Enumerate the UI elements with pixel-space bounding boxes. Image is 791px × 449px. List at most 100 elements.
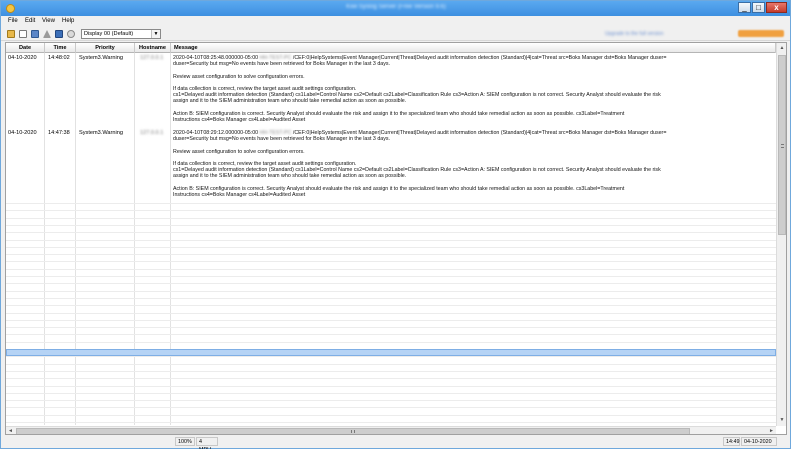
grid-header: Date Time Priority Hostname Message xyxy=(6,43,776,53)
row1-para-2-line-1: Instructions cs4=Boks Manager cs4Label=A… xyxy=(173,116,306,123)
row-divider xyxy=(6,290,776,292)
row-divider xyxy=(6,370,776,372)
row1-message: 2020-04-10T08:25:48.000000-05:00 HH-TEST… xyxy=(173,55,773,129)
display-select-value: Display 00 (Default) xyxy=(84,31,134,37)
row1-para-0-line-0: Review asset configuration to solve conf… xyxy=(173,73,305,80)
edit-icon[interactable] xyxy=(19,30,27,38)
row-divider xyxy=(6,378,776,380)
row-divider xyxy=(6,363,776,365)
menu-edit[interactable]: Edit xyxy=(25,18,35,24)
column-time[interactable]: Time xyxy=(45,43,76,53)
column-date[interactable]: Date xyxy=(6,43,45,53)
row2-priority: System3.Warning xyxy=(79,130,123,136)
row-divider xyxy=(6,210,776,212)
row2-time: 14:47:38 xyxy=(48,130,70,136)
menu-view[interactable]: View xyxy=(42,18,55,24)
row1-message-head: 2020-04-10T08:25:48.000000-05:00 xyxy=(173,55,259,61)
app-window: Kiwi Syslog Server (Free Version 9.6) _ … xyxy=(0,0,791,449)
row2-message-line-1: duser=Security but msg=No events have be… xyxy=(173,136,390,143)
status-time: 14:49 xyxy=(723,437,740,446)
selected-row[interactable] xyxy=(6,349,776,356)
row-divider xyxy=(6,414,776,416)
row-divider xyxy=(6,385,776,387)
row-divider xyxy=(6,400,776,402)
vertical-scrollbar[interactable]: ▲ ▼ xyxy=(776,43,786,426)
column-hostname[interactable]: Hostname xyxy=(135,43,171,53)
row-divider xyxy=(6,319,776,321)
row-divider xyxy=(6,334,776,336)
alert-icon[interactable] xyxy=(43,30,51,38)
row1-para-1-line-2: assign and it to the SIEM administration… xyxy=(173,98,407,105)
row1-priority: System3.Warning xyxy=(79,55,123,61)
row-divider xyxy=(6,305,776,307)
maximize-button[interactable]: □ xyxy=(752,2,765,13)
window-title: Kiwi Syslog Server (Free Version 9.6) xyxy=(346,4,446,10)
menu-file[interactable]: File xyxy=(8,18,18,24)
status-date: 04-10-2020 xyxy=(741,437,777,446)
horizontal-scroll-thumb[interactable] xyxy=(16,428,690,434)
chevron-down-icon[interactable]: ▼ xyxy=(151,30,160,38)
toolbar: Display 00 (Default) ▼ Upgrade to the fu… xyxy=(1,27,790,41)
row2-message: 2020-04-10T08:29:12.000000-05:00 HH-TEST… xyxy=(173,130,773,204)
row2-message-line-0: /CEF:0|HelpSystems|Event Manager|Current… xyxy=(292,130,667,136)
open-icon[interactable] xyxy=(7,30,15,38)
close-button[interactable]: x xyxy=(766,2,787,13)
upgrade-link[interactable]: Upgrade to the full version xyxy=(605,31,725,37)
menu-help[interactable]: Help xyxy=(62,18,74,24)
row1-para-2-line-0: Action B: SIEM configuration is correct.… xyxy=(173,110,625,117)
scroll-right-icon[interactable]: ► xyxy=(767,427,776,434)
upgrade-button[interactable] xyxy=(738,30,784,37)
status-zoom: 100% xyxy=(175,437,195,446)
help-icon[interactable] xyxy=(67,30,75,38)
save-icon[interactable] xyxy=(31,30,39,38)
vertical-scroll-thumb[interactable] xyxy=(778,55,786,235)
row-divider xyxy=(6,217,776,219)
row1-hostname: 127.0.0.1 xyxy=(140,55,164,61)
scroll-up-icon[interactable]: ▲ xyxy=(777,43,786,53)
row-divider xyxy=(6,276,776,277)
view-icon[interactable] xyxy=(55,30,63,38)
scroll-down-icon[interactable]: ▼ xyxy=(777,415,786,425)
row-divider xyxy=(6,422,776,423)
row-divider xyxy=(6,392,776,394)
display-select[interactable]: Display 00 (Default) ▼ xyxy=(81,29,161,39)
column-priority[interactable]: Priority xyxy=(76,43,135,53)
minimize-button[interactable]: _ xyxy=(738,2,751,13)
column-message[interactable]: Message xyxy=(171,43,776,53)
app-icon xyxy=(6,4,15,13)
row2-para-1-line-0: If data collection is correct, review th… xyxy=(173,160,357,167)
row-divider xyxy=(6,407,776,409)
row2-para-1-line-1: cs1=Delayed audit information detection … xyxy=(173,167,661,174)
row-divider xyxy=(6,254,776,256)
row1-date: 04-10-2020 xyxy=(8,55,37,61)
row1-message-host: HH-TEST-PC xyxy=(259,55,292,61)
title-bar[interactable]: Kiwi Syslog Server (Free Version 9.6) _ … xyxy=(1,1,790,16)
grip-icon xyxy=(781,144,784,148)
row1-para-1-line-1: cs1=Delayed audit information detection … xyxy=(173,92,661,99)
row2-message-host: HH-TEST-PC xyxy=(259,130,292,136)
status-bar: 100% 4 MPH 14:49 04-10-2020 xyxy=(1,436,790,449)
row2-para-2-line-1: Instructions cs4=Boks Manager cs4Label=A… xyxy=(173,191,306,198)
row-divider xyxy=(6,341,776,343)
row-divider xyxy=(6,268,776,270)
grip-icon xyxy=(351,430,355,433)
row-divider xyxy=(6,297,776,299)
row-divider xyxy=(6,283,776,285)
row-divider xyxy=(6,356,776,358)
row-divider xyxy=(6,312,776,314)
row-divider xyxy=(6,224,776,226)
menu-bar: File Edit View Help xyxy=(1,16,790,27)
log-grid[interactable]: Date Time Priority Hostname Message 04-1… xyxy=(5,42,787,435)
row-divider xyxy=(6,246,776,248)
row-divider xyxy=(6,261,776,263)
row2-date: 04-10-2020 xyxy=(8,130,37,136)
row1-message-line-1: duser=Security but msg=No events have be… xyxy=(173,61,390,68)
horizontal-scrollbar[interactable]: ◄ ► xyxy=(6,426,776,434)
row1-time: 14:48:02 xyxy=(48,55,70,61)
scroll-left-icon[interactable]: ◄ xyxy=(6,427,15,434)
row2-message-head: 2020-04-10T08:29:12.000000-05:00 xyxy=(173,130,259,136)
status-rate: 4 MPH xyxy=(196,437,218,449)
row-divider xyxy=(6,239,776,241)
row2-para-1-line-2: assign and it to the SIEM administration… xyxy=(173,173,407,180)
row2-para-0-line-0: Review asset configuration to solve conf… xyxy=(173,148,305,155)
